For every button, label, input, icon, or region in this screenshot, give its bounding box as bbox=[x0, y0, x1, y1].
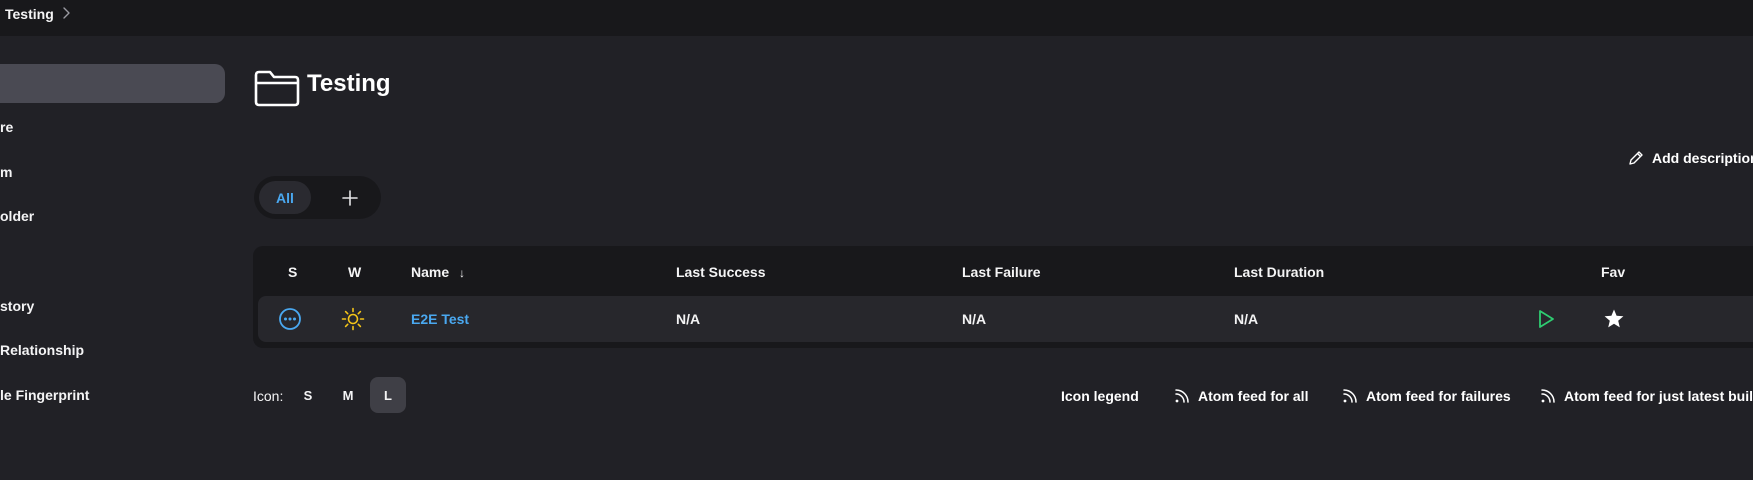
cell-last-success: N/A bbox=[676, 311, 701, 327]
sidebar-item-project-relationship[interactable]: Relationship bbox=[0, 342, 84, 358]
star-icon[interactable] bbox=[1602, 307, 1626, 331]
cell-last-failure: N/A bbox=[962, 311, 987, 327]
header-fav[interactable]: Fav bbox=[1601, 264, 1625, 280]
sidebar: re m older story Relationship le Fingerp… bbox=[0, 36, 236, 480]
sidebar-item-active[interactable] bbox=[0, 64, 225, 103]
page-title: Testing bbox=[307, 70, 391, 97]
sort-down-icon: ↓ bbox=[459, 266, 466, 280]
add-description-label: Add description bbox=[1652, 150, 1753, 166]
rss-icon bbox=[1541, 389, 1555, 403]
header-weather[interactable]: W bbox=[348, 264, 361, 280]
rss-icon bbox=[1175, 389, 1189, 403]
jobs-table: S W Name ↓ Last Success Last Failure Las… bbox=[253, 246, 1753, 348]
plus-icon[interactable] bbox=[338, 186, 362, 210]
cell-last-duration: N/A bbox=[1234, 311, 1259, 327]
play-icon[interactable] bbox=[1535, 308, 1557, 330]
header-last-failure[interactable]: Last Failure bbox=[962, 264, 1041, 280]
sidebar-item-check-file-fingerprint[interactable]: le Fingerprint bbox=[0, 387, 89, 403]
header-last-duration[interactable]: Last Duration bbox=[1234, 264, 1324, 280]
atom-feed-failures-link[interactable]: Atom feed for failures bbox=[1342, 386, 1511, 406]
atom-feed-latest-link[interactable]: Atom feed for just latest builds bbox=[1540, 386, 1753, 406]
sidebar-item-build-history[interactable]: story bbox=[0, 298, 34, 314]
atom-feed-all-link[interactable]: Atom feed for all bbox=[1174, 386, 1308, 406]
icon-size-s[interactable]: S bbox=[290, 377, 326, 413]
top-bar: Testing bbox=[0, 0, 1753, 36]
sunny-icon bbox=[341, 307, 365, 331]
icon-size-m[interactable]: M bbox=[330, 377, 366, 413]
sidebar-item-delete-folder[interactable]: older bbox=[0, 208, 34, 224]
in-progress-icon bbox=[279, 308, 301, 330]
sidebar-item-configure[interactable]: re bbox=[0, 119, 13, 135]
header-name[interactable]: Name ↓ bbox=[411, 264, 465, 280]
folder-icon bbox=[254, 70, 300, 107]
header-status[interactable]: S bbox=[288, 264, 297, 280]
header-last-success[interactable]: Last Success bbox=[676, 264, 766, 280]
breadcrumb-item-testing[interactable]: Testing bbox=[5, 6, 54, 22]
pencil-icon bbox=[1629, 151, 1643, 165]
icon-size-l[interactable]: L bbox=[370, 377, 406, 413]
job-link-e2e-test[interactable]: E2E Test bbox=[411, 311, 469, 327]
chevron-right-icon[interactable] bbox=[60, 6, 74, 20]
rss-icon bbox=[1343, 389, 1357, 403]
icon-size-label: Icon: bbox=[253, 388, 284, 404]
tab-all[interactable]: All bbox=[259, 181, 311, 214]
icon-legend-link[interactable]: Icon legend bbox=[1061, 386, 1139, 406]
table-row: E2E Test N/A N/A N/A bbox=[258, 296, 1753, 342]
view-tabs: All bbox=[254, 176, 381, 219]
sidebar-item-new-item[interactable]: m bbox=[0, 164, 12, 180]
add-description-button[interactable]: Add description bbox=[1628, 148, 1753, 168]
